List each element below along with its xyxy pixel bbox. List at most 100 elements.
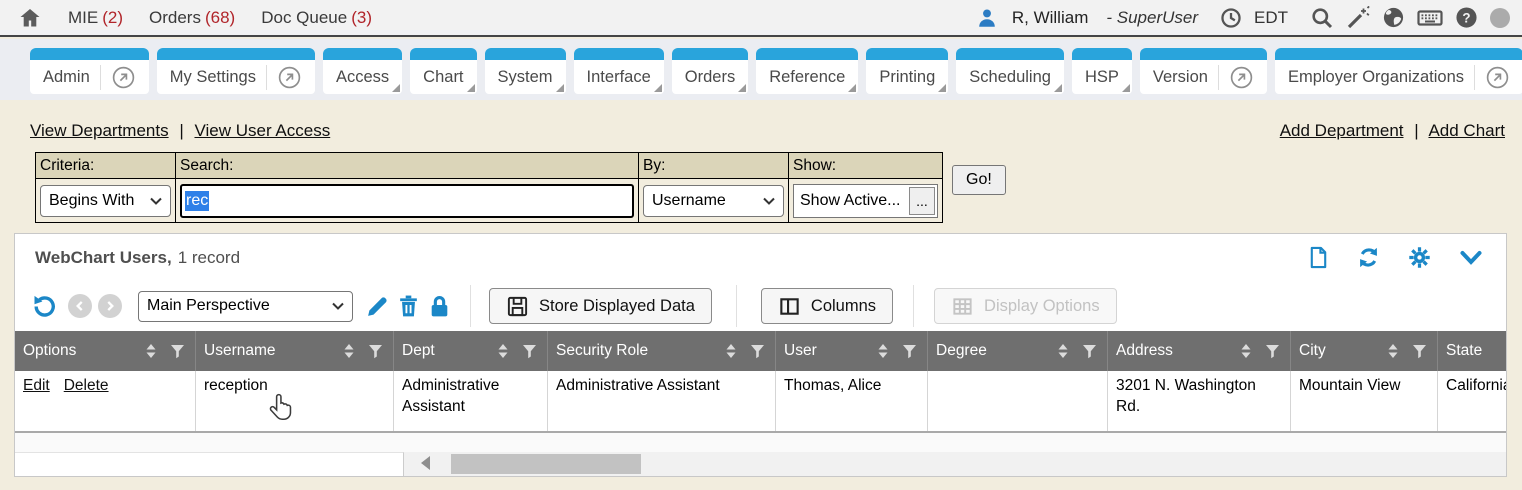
sort-icon[interactable]	[877, 343, 889, 359]
column-header-username[interactable]: Username	[195, 331, 393, 371]
tab-label: Interface	[587, 68, 651, 87]
show-filter[interactable]: Show Active... ...	[793, 184, 938, 218]
column-header-city[interactable]: City	[1290, 331, 1437, 371]
filter-icon[interactable]	[1082, 344, 1097, 359]
popout-icon[interactable]	[1218, 65, 1254, 90]
popout-icon[interactable]	[1474, 65, 1510, 90]
tab-system[interactable]: System	[485, 48, 566, 94]
tab-interface[interactable]: Interface	[574, 48, 664, 94]
chevron-down-icon	[326, 302, 344, 310]
column-header-address[interactable]: Address	[1107, 331, 1290, 371]
grid-header: Options Username Dept Security Role User…	[15, 331, 1506, 371]
tab-employer-organizations[interactable]: Employer Organizations	[1275, 48, 1522, 94]
sort-icon[interactable]	[1387, 343, 1399, 359]
column-header-security-role[interactable]: Security Role	[547, 331, 775, 371]
tab-version[interactable]: Version	[1140, 48, 1267, 94]
cell-username[interactable]: reception	[195, 371, 393, 431]
store-displayed-data-button[interactable]: Store Displayed Data	[489, 288, 712, 324]
scrollbar-thumb[interactable]	[451, 454, 641, 474]
sort-icon[interactable]	[497, 343, 509, 359]
filter-icon[interactable]	[750, 344, 765, 359]
menu-corner-icon	[1122, 84, 1130, 92]
menu-corner-icon	[467, 84, 475, 92]
tab-orders[interactable]: Orders	[672, 48, 748, 94]
panel-title: WebChart Users,	[35, 248, 172, 268]
search-input-value: rec	[185, 191, 209, 211]
column-header-degree[interactable]: Degree	[927, 331, 1107, 371]
popout-icon[interactable]	[266, 65, 302, 90]
lock-perspective-icon[interactable]	[427, 294, 452, 319]
delete-link[interactable]: Delete	[64, 377, 109, 394]
view-user-access-link[interactable]: View User Access	[194, 121, 330, 140]
filter-icon[interactable]	[1412, 344, 1427, 359]
column-header-user[interactable]: User	[775, 331, 927, 371]
filter-icon[interactable]	[1265, 344, 1280, 359]
sort-icon[interactable]	[725, 343, 737, 359]
tab-printing[interactable]: Printing	[866, 48, 948, 94]
edit-perspective-icon[interactable]	[365, 294, 390, 319]
by-select[interactable]: Username	[643, 185, 784, 217]
column-header-dept[interactable]: Dept	[393, 331, 547, 371]
criteria-select[interactable]: Begins With	[40, 185, 171, 217]
delete-perspective-icon[interactable]	[396, 294, 421, 319]
help-icon[interactable]: ?	[1455, 6, 1478, 29]
clock-icon[interactable]	[1220, 7, 1242, 29]
user-icon[interactable]	[976, 7, 998, 29]
nav-mie-count: (2)	[102, 8, 123, 27]
new-document-icon[interactable]	[1307, 245, 1330, 270]
collapse-chevron-icon[interactable]	[1458, 248, 1484, 268]
nav-orders[interactable]: Orders(68)	[149, 8, 235, 28]
add-department-link[interactable]: Add Department	[1280, 121, 1404, 140]
keyboard-icon[interactable]	[1417, 6, 1443, 30]
nav-mie[interactable]: MIE(2)	[68, 8, 123, 28]
home-icon[interactable]	[18, 6, 42, 30]
filter-icon[interactable]	[368, 344, 383, 359]
filter-icon[interactable]	[522, 344, 537, 359]
sort-icon[interactable]	[1240, 343, 1252, 359]
tab-label: System	[498, 68, 553, 87]
view-departments-link[interactable]: View Departments	[30, 121, 169, 140]
gear-icon[interactable]	[1407, 245, 1432, 270]
tab-scheduling[interactable]: Scheduling	[956, 48, 1064, 94]
tab-label: Chart	[423, 68, 463, 87]
go-button[interactable]: Go!	[952, 165, 1006, 195]
tab-label: HSP	[1085, 68, 1119, 87]
popout-icon[interactable]	[100, 65, 136, 90]
scroll-left-arrow[interactable]	[421, 456, 430, 470]
column-header-state[interactable]: State	[1437, 331, 1506, 371]
sort-icon[interactable]	[343, 343, 355, 359]
frozen-columns-footer	[15, 452, 404, 476]
cell-address: 3201 N. Washington Rd.	[1107, 371, 1290, 431]
globe-icon[interactable]	[1382, 6, 1405, 29]
display-options-button: Display Options	[934, 288, 1117, 324]
tab-chart[interactable]: Chart	[410, 48, 476, 94]
search-icon[interactable]	[1310, 6, 1334, 30]
horizontal-scrollbar[interactable]	[404, 452, 1506, 476]
tab-my-settings[interactable]: My Settings	[157, 48, 315, 94]
nav-doc-queue[interactable]: Doc Queue(3)	[261, 8, 372, 28]
show-filter-more-button[interactable]: ...	[909, 187, 935, 215]
sort-icon[interactable]	[145, 343, 157, 359]
perspective-select[interactable]: Main Perspective	[138, 291, 353, 322]
filter-icon[interactable]	[170, 344, 185, 359]
menu-corner-icon	[938, 84, 946, 92]
edit-link[interactable]: Edit	[23, 377, 50, 394]
tab-access[interactable]: Access	[323, 48, 402, 94]
column-header-options[interactable]: Options	[15, 331, 195, 371]
wand-icon[interactable]	[1346, 6, 1370, 30]
tab-reference[interactable]: Reference	[756, 48, 858, 94]
timezone-label: EDT	[1254, 8, 1288, 28]
refresh-icon[interactable]	[1356, 245, 1381, 270]
add-chart-link[interactable]: Add Chart	[1428, 121, 1505, 140]
tab-admin[interactable]: Admin	[30, 48, 149, 94]
previous-perspective-button[interactable]	[68, 294, 92, 318]
next-perspective-button[interactable]	[98, 294, 122, 318]
sort-icon[interactable]	[1057, 343, 1069, 359]
columns-button[interactable]: Columns	[761, 288, 893, 324]
user-role: - SuperUser	[1106, 8, 1198, 28]
store-displayed-data-label: Store Displayed Data	[539, 297, 695, 316]
tab-hsp[interactable]: HSP	[1072, 48, 1132, 94]
reset-perspective-icon[interactable]	[31, 293, 58, 320]
search-input[interactable]: rec	[180, 184, 634, 218]
filter-icon[interactable]	[902, 344, 917, 359]
